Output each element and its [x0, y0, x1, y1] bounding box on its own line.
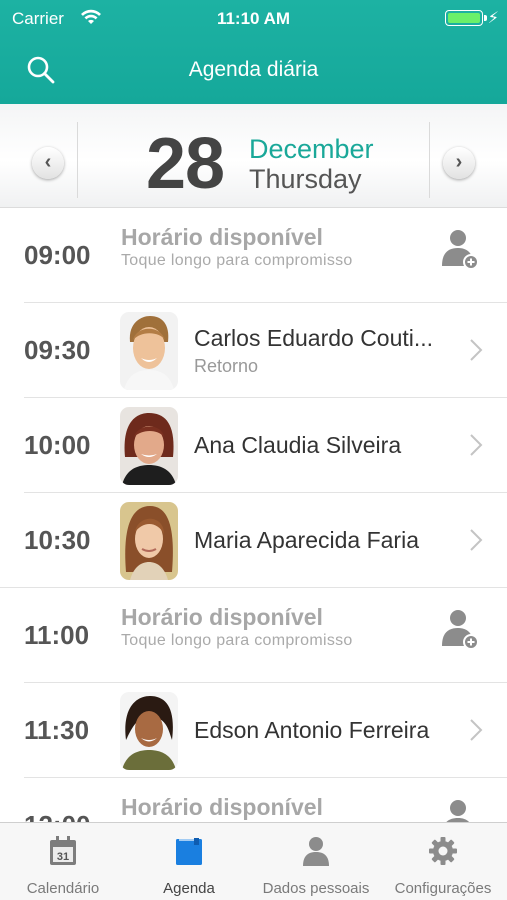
previous-day-button[interactable]: ‹	[32, 147, 64, 179]
date-bar: ‹ › 28 December Thursday	[0, 104, 507, 208]
slot-time: 10:30	[24, 525, 91, 555]
slot-time: 12:00	[24, 778, 91, 822]
list-item-free-slot[interactable]: 12:00 Horário disponível	[0, 778, 507, 822]
free-slot-title: Horário disponível	[121, 224, 323, 250]
calendar-icon: 31	[50, 836, 76, 865]
list-item-appointment[interactable]: 10:30 Maria Aparecida Faria	[0, 493, 507, 588]
agenda-icon	[176, 838, 202, 865]
appointment-type: Retorno	[194, 356, 259, 376]
tab-calendario[interactable]: 31 Calendário	[0, 823, 126, 900]
avatar	[120, 502, 178, 580]
list-item-appointment[interactable]: 09:30 Carlos Eduardo Couti... Retorno	[0, 303, 507, 398]
battery-icon	[445, 10, 487, 26]
add-person-icon[interactable]	[439, 226, 481, 270]
free-slot-title: Horário disponível	[121, 794, 323, 820]
slot-time: 09:30	[24, 335, 91, 365]
list-item-appointment[interactable]: 10:00 Ana Claudia Silveira	[0, 398, 507, 493]
patient-name: Maria Aparecida Faria	[194, 527, 419, 553]
date-day: 28	[146, 124, 225, 204]
tab-agenda[interactable]: Agenda	[126, 823, 252, 900]
chevron-right-icon	[470, 434, 483, 456]
charging-icon: ⚡	[487, 10, 499, 27]
chevron-right-icon	[470, 529, 483, 551]
avatar	[120, 407, 178, 485]
free-slot-hint: Toque longo para compromisso	[121, 632, 353, 649]
tab-bar: 31 Calendário Agenda Dados pessoais Conf…	[0, 822, 507, 900]
slot-time: 11:30	[24, 715, 90, 745]
free-slot-title: Horário disponível	[121, 604, 323, 630]
add-person-icon[interactable]	[439, 796, 481, 822]
free-slot-hint: Toque longo para compromisso	[121, 252, 353, 269]
next-day-button[interactable]: ›	[443, 147, 475, 179]
status-bar: Carrier 11:10 AM ⚡	[0, 6, 507, 30]
person-icon	[303, 837, 329, 866]
header: Carrier 11:10 AM ⚡ Agenda diária	[0, 0, 507, 104]
add-person-icon[interactable]	[439, 606, 481, 650]
avatar	[120, 312, 178, 390]
avatar	[120, 692, 178, 770]
patient-name: Carlos Eduardo Couti...	[194, 325, 434, 351]
patient-name: Ana Claudia Silveira	[194, 432, 402, 458]
tab-label: Dados pessoais	[262, 880, 370, 897]
slot-time: 09:00	[24, 240, 91, 270]
tab-label: Calendário	[26, 880, 100, 897]
slot-time: 10:00	[24, 430, 91, 460]
tab-dados-pessoais[interactable]: Dados pessoais	[253, 823, 379, 900]
tab-configuracoes[interactable]: Configurações	[380, 823, 506, 900]
date-weekday: Thursday	[249, 164, 362, 194]
chevron-right-icon	[470, 719, 483, 741]
appointment-list[interactable]: 09:00 Horário disponível Toque longo par…	[0, 208, 507, 822]
tab-label: Configurações	[394, 880, 492, 897]
list-item-appointment[interactable]: 11:30 Edson Antonio Ferreira	[0, 683, 507, 778]
tab-label: Agenda	[163, 880, 215, 897]
gear-icon	[429, 837, 457, 865]
list-item-free-slot[interactable]: 11:00 Horário disponível Toque longo par…	[0, 588, 507, 683]
status-time: 11:10 AM	[216, 9, 291, 28]
slot-time: 11:00	[24, 620, 90, 650]
patient-name: Edson Antonio Ferreira	[194, 717, 430, 743]
page-title: Agenda diária	[188, 58, 319, 81]
date-month: December	[249, 134, 374, 164]
chevron-right-icon	[470, 339, 483, 361]
svg-text:31: 31	[57, 851, 69, 863]
list-item-free-slot[interactable]: 09:00 Horário disponível Toque longo par…	[0, 208, 507, 303]
